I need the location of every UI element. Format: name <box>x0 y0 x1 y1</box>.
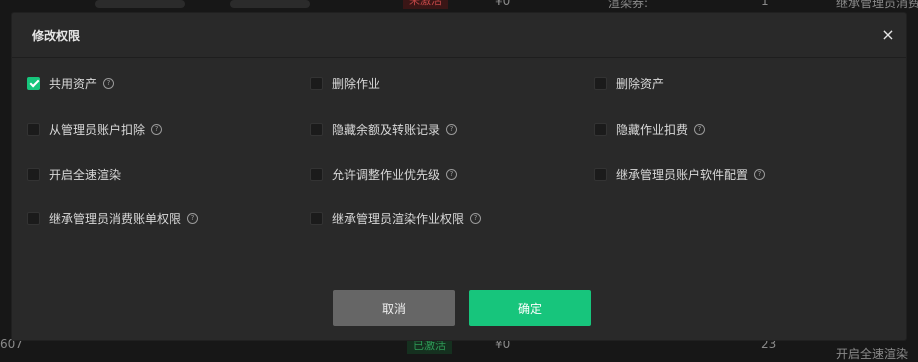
dialog-title: 修改权限 <box>32 29 81 43</box>
permission-cell: 开启全速渲染 <box>836 347 909 361</box>
amount-cell: ¥0 <box>495 0 511 8</box>
option-label: 从管理员账户扣除 <box>49 122 146 137</box>
option-label: 继承管理员渲染作业权限 <box>332 211 465 226</box>
checkbox[interactable] <box>310 167 323 181</box>
help-icon[interactable]: ? <box>187 212 199 224</box>
status-badge: 已激活 <box>407 338 452 354</box>
option-label: 继承管理员账户软件配置 <box>616 167 749 182</box>
status-badge: 未激活 <box>403 0 448 9</box>
blurred-text <box>230 0 310 8</box>
option-delete-assets[interactable]: 删除资产 <box>594 74 664 92</box>
option-label: 开启全速渲染 <box>49 167 122 182</box>
count-cell: 1 <box>761 0 769 8</box>
option-label: 隐藏作业扣费 <box>616 122 689 137</box>
option-label: 共用资产 <box>49 76 98 91</box>
option-full-speed-render[interactable]: 开启全速渲染 <box>27 165 121 183</box>
help-icon[interactable]: ? <box>151 123 163 135</box>
option-deduct-from-admin[interactable]: 从管理员账户扣除 ? <box>27 120 163 138</box>
checkbox[interactable] <box>310 211 323 225</box>
option-label: 隐藏余额及转账记录 <box>332 122 441 137</box>
background-table-row-top: 未激活 ¥0 渲染券: 1 继承管理员消费 <box>0 0 918 12</box>
option-inherit-render-job-permission[interactable]: 继承管理员渲染作业权限 ? <box>310 209 482 227</box>
help-icon[interactable]: ? <box>103 77 115 89</box>
option-shared-assets[interactable]: 共用资产 ? <box>27 74 115 92</box>
blurred-text <box>95 0 185 8</box>
checkbox[interactable] <box>27 167 40 181</box>
dialog-header: 修改权限 × <box>12 13 906 58</box>
checkbox[interactable] <box>594 122 607 136</box>
option-delete-jobs[interactable]: 删除作业 <box>310 74 380 92</box>
option-label: 删除作业 <box>332 76 381 91</box>
option-label: 继承管理员消费账单权限 <box>49 211 182 226</box>
checkbox-checked[interactable] <box>27 76 40 90</box>
option-label: 删除资产 <box>616 76 665 91</box>
option-hide-balance[interactable]: 隐藏余额及转账记录 ? <box>310 120 458 138</box>
option-label: 允许调整作业优先级 <box>332 167 441 182</box>
help-icon[interactable]: ? <box>446 123 458 135</box>
option-inherit-software-config[interactable]: 继承管理员账户软件配置 ? <box>594 165 766 183</box>
checkbox[interactable] <box>27 211 40 225</box>
cancel-button[interactable]: 取消 <box>333 290 455 326</box>
permission-cell: 继承管理员消费 <box>836 0 918 10</box>
close-icon[interactable]: × <box>878 25 898 45</box>
edit-permissions-dialog: 修改权限 × 共用资产 ? 删除作业 删除资产 从管理员账户扣除 ? 隐藏余额及… <box>12 13 906 340</box>
label-cell: 渲染券: <box>608 0 649 10</box>
help-icon[interactable]: ? <box>470 212 482 224</box>
checkbox[interactable] <box>310 76 323 90</box>
help-icon[interactable]: ? <box>446 168 458 180</box>
help-icon[interactable]: ? <box>694 123 706 135</box>
option-hide-job-cost[interactable]: 隐藏作业扣费 ? <box>594 120 706 138</box>
help-icon[interactable]: ? <box>754 168 766 180</box>
option-adjust-priority[interactable]: 允许调整作业优先级 ? <box>310 165 458 183</box>
checkbox[interactable] <box>594 76 607 90</box>
checkbox[interactable] <box>310 122 323 136</box>
option-inherit-billing-permission[interactable]: 继承管理员消费账单权限 ? <box>27 209 199 227</box>
checkbox[interactable] <box>27 122 40 136</box>
checkbox[interactable] <box>594 167 607 181</box>
confirm-button[interactable]: 确定 <box>469 290 591 326</box>
